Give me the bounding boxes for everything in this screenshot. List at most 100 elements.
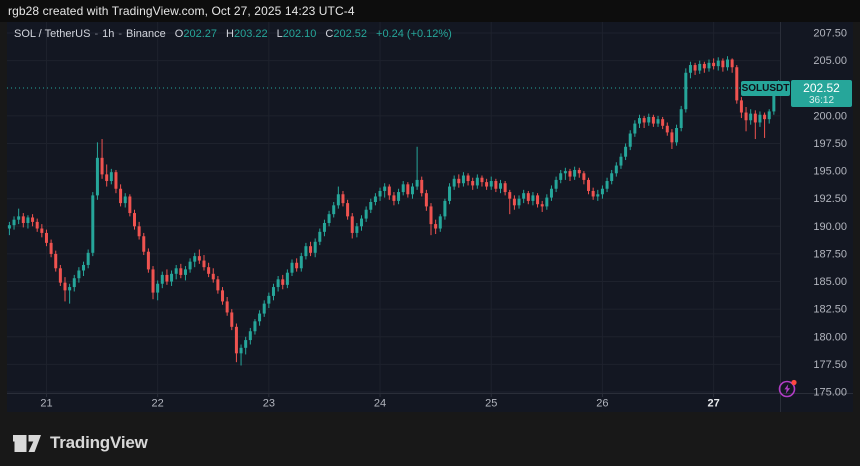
candle [82,265,85,271]
candle [267,296,270,304]
candle [439,216,442,228]
price-axis-label[interactable]: 177.50 [813,359,847,371]
price-axis-label[interactable]: 187.50 [813,248,847,260]
candle [295,263,298,269]
symbol-name[interactable]: SOL / TetherUS [14,28,90,40]
candle [179,268,182,275]
candle [564,171,567,173]
time-axis-label[interactable]: 23 [263,398,275,410]
candle [8,225,11,228]
candle [652,117,655,124]
high-value: 203.22 [234,28,268,40]
candle [332,205,335,214]
time-axis-label[interactable]: 22 [152,398,164,410]
candle [490,181,493,187]
candle [50,243,53,254]
high-label: H [226,28,234,40]
candle [253,321,256,331]
time-axis-label[interactable]: 21 [40,398,52,410]
time-axis-label[interactable]: 26 [596,398,608,410]
candle [328,214,331,223]
price-axis-label[interactable]: 207.50 [813,28,847,40]
candle [587,180,590,191]
candle [657,119,660,123]
price-axis-label[interactable]: 175.00 [813,387,847,399]
candle [341,194,344,203]
candle [355,226,358,233]
candlestick-chart[interactable]: 207.50 205.00 200.00 197.50 195.00 192.50 190.… [7,22,853,412]
attribution-bar: rgb28 created with TradingView.com, Oct … [0,0,860,22]
candle [318,232,321,242]
candle [485,182,488,186]
current-price-value: 202.52 [791,80,852,95]
candle [110,172,113,181]
tradingview-logo-icon[interactable] [12,432,42,455]
footer: TradingView [12,431,148,455]
price-axis-label[interactable]: 192.50 [813,193,847,205]
price-axis-label[interactable]: 195.00 [813,166,847,178]
candle [443,201,446,216]
close-label: C [325,28,333,40]
candle [277,279,280,287]
candle [749,114,752,121]
candle [68,287,71,290]
candle [383,187,386,191]
candle [684,73,687,109]
candle [712,63,715,66]
notification-dot [791,380,796,385]
candle [392,195,395,201]
candle [666,126,669,133]
candle [374,196,377,202]
candle [244,340,247,348]
exchange-label: Binance [126,28,166,40]
candle [226,301,229,312]
price-axis-label[interactable]: 180.00 [813,331,847,343]
lightning-boost-icon[interactable] [777,378,799,400]
candle [513,199,516,206]
candle [142,236,145,251]
candle [45,233,48,243]
candle [717,61,720,67]
price-axis-label[interactable]: 200.00 [813,110,847,122]
candle [202,261,205,268]
candle [573,170,576,177]
candle [281,279,284,285]
legend-separator: - [90,28,102,40]
candle [249,331,252,340]
interval-label[interactable]: 1h [102,28,114,40]
candle [606,181,609,189]
candle [476,178,479,186]
candle [147,252,150,270]
candle [578,170,581,173]
candle [504,183,507,192]
price-axis-label[interactable]: 185.00 [813,276,847,288]
change-value: +0.24 (+0.12%) [376,28,452,40]
price-axis-label[interactable]: 182.50 [813,304,847,316]
price-axis-label[interactable]: 190.00 [813,221,847,233]
candle [518,199,521,206]
time-axis-label[interactable]: 24 [374,398,386,410]
candle [286,273,289,285]
candle [91,195,94,252]
price-axis-label[interactable]: 205.00 [813,55,847,67]
candle [379,191,382,197]
candle [698,64,701,71]
candle [726,60,729,68]
candle [619,157,622,166]
price-axis-label[interactable]: 197.50 [813,138,847,150]
candle [114,172,117,189]
candle [365,210,368,219]
time-axis-label[interactable]: 27 [707,398,719,410]
candle [494,181,497,189]
time-axis-label[interactable]: 25 [485,398,497,410]
candle [221,290,224,301]
candle [448,187,451,201]
tradingview-wordmark[interactable]: TradingView [50,433,148,453]
candle [22,216,25,223]
candle [369,202,372,210]
candle [152,269,155,292]
candle [184,269,187,275]
current-price-badge[interactable]: 202.52 36:12 [791,80,852,107]
candle [592,191,595,197]
candle [170,274,173,282]
